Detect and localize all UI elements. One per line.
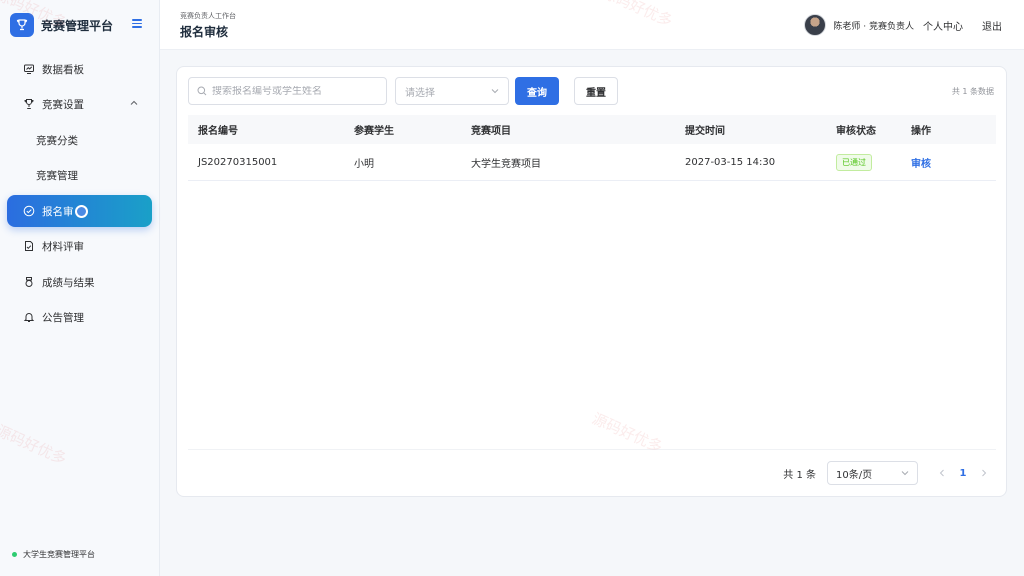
page-subtitle: 竞赛负责人工作台	[180, 12, 236, 20]
document-check-icon	[23, 240, 35, 252]
page-size-select[interactable]: 10条/页	[827, 461, 918, 485]
sidebar-item-label: 数据看板	[42, 63, 84, 76]
pagination: 共 1 条 10条/页 1	[783, 461, 994, 485]
submit-time: 2027-03-15 14:30	[685, 156, 776, 168]
page-number[interactable]: 1	[952, 463, 974, 483]
query-button[interactable]: 查询	[515, 77, 559, 105]
prev-page-button[interactable]	[932, 463, 952, 483]
dashboard-icon	[23, 63, 35, 75]
registration-table: 报名编号 参赛学生 竞赛项目 提交时间 审核状态 操作 JS2027031500…	[188, 115, 996, 181]
user-area: 陈老师 · 竞赛负责人 个人中心 退出	[804, 13, 1002, 37]
sidebar-item-dashboard[interactable]: 数据看板	[7, 53, 152, 85]
chevron-left-icon	[939, 469, 944, 477]
chevron-down-icon	[491, 89, 499, 94]
column-header: 竞赛项目	[471, 126, 511, 137]
search-icon	[197, 86, 207, 96]
sidebar-item-competition-management[interactable]: 竞赛管理	[7, 159, 152, 191]
check-circle-icon	[23, 205, 35, 217]
total-count: 共 1 条数据	[951, 87, 994, 96]
student-name: 小明	[354, 158, 374, 170]
sidebar-item-competition-category[interactable]: 竞赛分类	[7, 124, 152, 156]
chevron-up-icon	[130, 100, 138, 105]
search-input[interactable]	[212, 85, 382, 97]
column-header: 参赛学生	[354, 126, 394, 137]
sidebar-item-label: 竞赛设置	[42, 98, 84, 111]
sidebar-item-label: 成绩与结果	[42, 276, 95, 289]
sidebar-item-label: 公告管理	[42, 311, 84, 324]
review-link[interactable]: 审核	[911, 159, 931, 170]
column-header: 操作	[911, 126, 931, 137]
sidebar-item-registration-review[interactable]: 报名审	[7, 195, 152, 227]
trophy-logo-icon	[10, 13, 34, 37]
reset-button[interactable]: 重置	[574, 77, 618, 105]
sidebar-item-scores-results[interactable]: 成绩与结果	[7, 266, 152, 298]
medal-icon	[23, 276, 35, 288]
bell-icon	[23, 311, 35, 323]
pagination-total: 共 1 条	[783, 469, 816, 481]
status-badge: 已通过	[836, 153, 872, 171]
table-header: 报名编号 参赛学生 竞赛项目 提交时间 审核状态 操作	[188, 115, 996, 144]
avatar[interactable]	[804, 14, 827, 36]
next-page-button[interactable]	[974, 463, 994, 483]
status-select-placeholder: 请选择	[405, 87, 435, 99]
registration-id: JS20270315001	[198, 156, 278, 168]
sidebar-item-label: 竞赛分类	[36, 134, 78, 147]
column-header: 报名编号	[198, 126, 238, 137]
page-size-value: 10条/页	[836, 469, 873, 481]
brand-title: 竞赛管理平台	[41, 18, 114, 33]
column-header: 提交时间	[685, 126, 725, 137]
chevron-right-icon	[982, 469, 987, 477]
sidebar-item-announcements[interactable]: 公告管理	[7, 301, 152, 333]
chevron-down-icon	[901, 471, 909, 476]
header: 竞赛负责人工作台 报名审核 陈老师 · 竞赛负责人 个人中心 退出	[160, 0, 1024, 50]
sidebar-footer: 大学生竞赛管理平台	[12, 549, 95, 560]
user-name: 陈老师 · 竞赛负责人	[833, 21, 914, 32]
sidebar-item-competition-settings[interactable]: 竞赛设置	[7, 88, 152, 120]
project-name: 大学生竞赛项目	[471, 158, 541, 170]
sidebar-item-material-review[interactable]: 材料评审	[7, 230, 152, 262]
registration-review-card: 请选择 查询 重置 共 1 条数据 报名编号 参赛学生 竞赛项目 提交时间 审核…	[176, 66, 1007, 497]
page-title: 报名审核	[180, 25, 229, 39]
cursor-indicator-icon	[74, 204, 88, 218]
profile-link[interactable]: 个人中心	[923, 18, 963, 33]
logout-link[interactable]: 退出	[982, 18, 1002, 33]
online-status-icon	[12, 552, 17, 557]
search-box[interactable]	[188, 77, 387, 105]
sidebar-item-label: 竞赛管理	[36, 169, 78, 182]
sidebar-item-label: 报名审	[42, 205, 74, 218]
menu-toggle-icon[interactable]	[132, 17, 142, 31]
column-header: 审核状态	[836, 126, 876, 137]
status-select[interactable]: 请选择	[395, 77, 509, 105]
divider	[188, 449, 996, 450]
action-cell: 审核	[911, 155, 996, 170]
sidebar-footer-text: 大学生竞赛管理平台	[23, 550, 95, 559]
brand: 竞赛管理平台	[10, 11, 150, 39]
table-row: JS20270315001 小明 大学生竞赛项目 2027-03-15 14:3…	[188, 144, 996, 181]
trophy-icon	[23, 98, 35, 110]
sidebar-item-label: 材料评审	[42, 240, 84, 253]
status-cell: 已通过	[836, 153, 911, 171]
sidebar: 竞赛管理平台 数据看板 竞赛设置 竞赛分类 竞赛管理 报名审 材料评审 成绩与结…	[0, 0, 160, 576]
